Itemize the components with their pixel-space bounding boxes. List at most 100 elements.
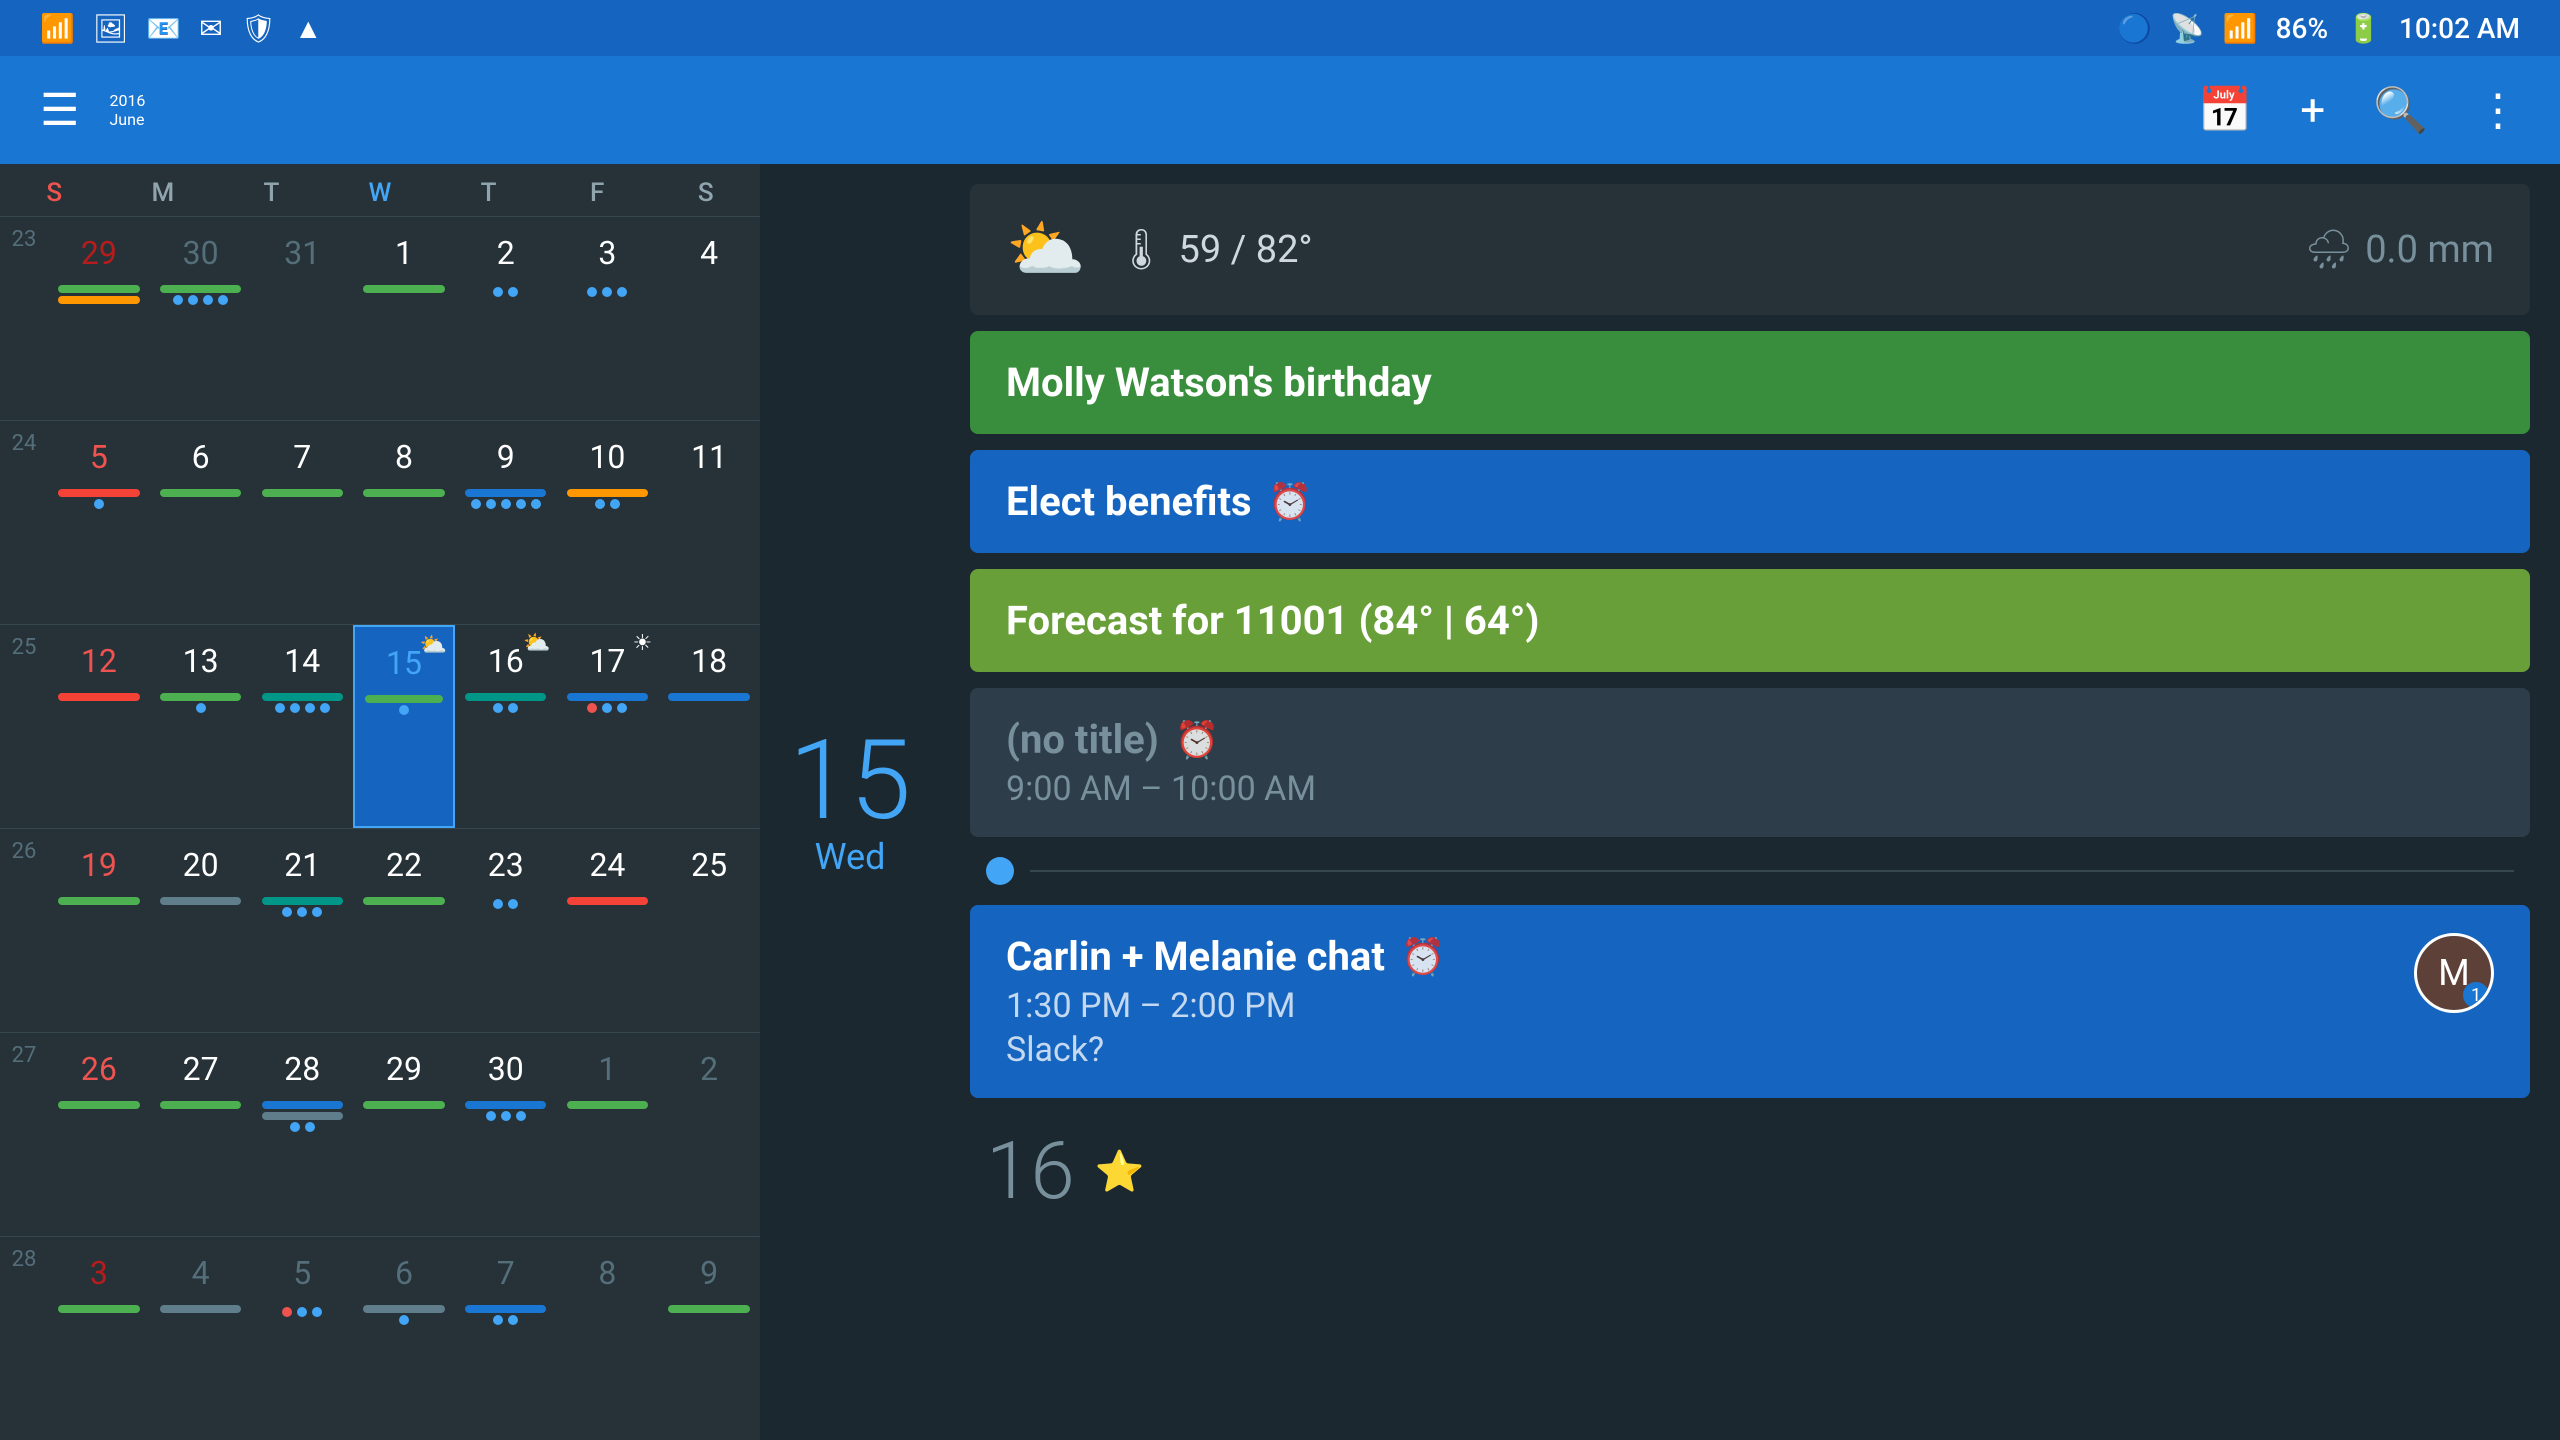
dot [290,703,300,713]
event-dots [94,499,104,509]
dot [516,499,526,509]
calendar-week-24: 24 5 6 [0,420,760,624]
dot [486,499,496,509]
day-4-jul[interactable]: 4 [150,1237,252,1440]
event-card-inner: Carlin + Melanie chat ⏰ 1:30 PM – 2:00 P… [1006,933,2494,1070]
weather-rain: 🌧 0.0 mm [2305,228,2494,272]
day-7-jul[interactable]: 7 [455,1237,557,1440]
day-8[interactable]: 8 [353,421,455,624]
dot [587,703,597,713]
day-13[interactable]: 13 [150,625,252,828]
day-3-jul[interactable]: 3 [48,1237,150,1440]
event-bars [54,1305,143,1313]
day-28[interactable]: 28 [251,1033,353,1236]
event-dots [399,705,409,715]
day-22[interactable]: 22 [353,829,455,1032]
day-5-jul[interactable]: 5 [251,1237,353,1440]
day-18[interactable]: 18 [658,625,760,828]
dot [203,295,213,305]
dot [493,899,503,909]
event-time: 1:30 PM – 2:00 PM [1006,986,2414,1026]
day-7[interactable]: 7 [251,421,353,624]
day-number: 29 [376,1041,432,1097]
add-event-button[interactable]: + [2300,84,2325,136]
day-header-monday: M [109,174,218,212]
next-day-star-icon: ⭐ [1095,1148,1145,1195]
day-31-may[interactable]: 31 [251,217,353,420]
dot [531,499,541,509]
event-forecast[interactable]: Forecast for 11001 (84° | 64°) [970,569,2530,672]
day-26[interactable]: 26 [48,1033,150,1236]
day-number: 12 [71,633,127,689]
dot [595,499,605,509]
event-birthday[interactable]: Molly Watson's birthday [970,331,2530,434]
more-options-button[interactable]: ⋮ [2476,84,2520,136]
day-20[interactable]: 20 [150,829,252,1032]
day-10[interactable]: 10 [557,421,659,624]
day-15-selected[interactable]: 15 ⛅ [353,625,455,828]
event-card-content: Carlin + Melanie chat ⏰ 1:30 PM – 2:00 P… [1006,933,2414,1070]
day-8-jul[interactable]: 8 [557,1237,659,1440]
status-icons: 📶 🖼 📧 ✉ 🛡 ▲ [40,12,322,45]
alarm-icon: ⏰ [1175,719,1220,761]
menu-button[interactable]: ☰ [40,84,79,136]
day-24[interactable]: 24 [557,829,659,1032]
event-bar [262,1112,344,1120]
day-number: 9 [681,1245,737,1301]
day-1-jun[interactable]: 1 [353,217,455,420]
search-button[interactable]: 🔍 [2373,84,2428,136]
day-23[interactable]: 23 [455,829,557,1032]
rain-icon: 🌧 [2305,228,2353,272]
day-19[interactable]: 19 [48,829,150,1032]
day-number: 1 [376,225,432,281]
event-bars [54,285,143,304]
day-9[interactable]: 9 [455,421,557,624]
day-number: 31 [274,225,330,281]
day-6-jul[interactable]: 6 [353,1237,455,1440]
dot [282,907,292,917]
day-25[interactable]: 25 [658,829,760,1032]
event-bars [664,693,754,701]
day-5[interactable]: 5 [48,421,150,624]
dot [320,703,330,713]
event-carlin-melanie[interactable]: Carlin + Melanie chat ⏰ 1:30 PM – 2:00 P… [970,905,2530,1098]
day-21[interactable]: 21 [251,829,353,1032]
week-number-25: 25 [0,625,48,828]
calendar-section: S M T W T F S 23 29 [0,164,760,1440]
day-number: 3 [579,225,635,281]
day-29-may[interactable]: 29 [48,217,150,420]
day-11[interactable]: 11 [658,421,760,624]
week-number-28: 28 [0,1237,48,1440]
event-dots [493,1315,518,1325]
day-3-jun[interactable]: 3 [557,217,659,420]
event-elect-benefits[interactable]: Elect benefits ⏰ [970,450,2530,553]
day-4-jun[interactable]: 4 [658,217,760,420]
day-30-may[interactable]: 30 [150,217,252,420]
event-bar [58,897,139,905]
event-title: Molly Watson's birthday [1006,359,2494,406]
dot [501,499,511,509]
day-12[interactable]: 12 [48,625,150,828]
day-16[interactable]: 16 ⛅ [455,625,557,828]
dot [312,907,322,917]
day-2-jul[interactable]: 2 [658,1033,760,1236]
event-no-title[interactable]: (no title) ⏰ 9:00 AM – 10:00 AM [970,688,2530,837]
day-1-jul[interactable]: 1 [557,1033,659,1236]
day-30[interactable]: 30 [455,1033,557,1236]
week-23-days: 29 30 [48,217,760,420]
calendar-view-button[interactable]: 📅 [2197,84,2252,136]
day-header-friday: F [543,174,652,212]
event-dots [471,499,541,509]
day-2-jun[interactable]: 2 [455,217,557,420]
day-29[interactable]: 29 [353,1033,455,1236]
day-6[interactable]: 6 [150,421,252,624]
day-number: 30 [173,225,229,281]
dot [196,703,206,713]
day-9-jul[interactable]: 9 [658,1237,760,1440]
event-bars [258,1101,348,1120]
dot [399,1315,409,1325]
dot [508,287,518,297]
day-17[interactable]: 17 ☀ [557,625,659,828]
day-14[interactable]: 14 [251,625,353,828]
day-27[interactable]: 27 [150,1033,252,1236]
